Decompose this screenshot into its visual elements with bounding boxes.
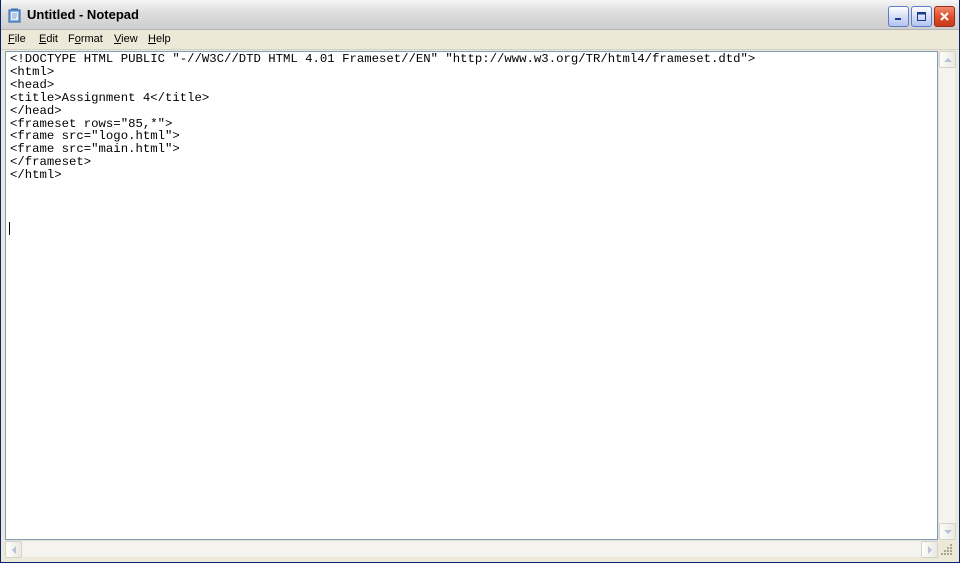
menu-format-pre: F [68, 33, 75, 45]
menu-view-label: iew [121, 33, 138, 45]
minimize-icon [895, 18, 901, 20]
maximize-button[interactable] [911, 6, 932, 27]
menu-help-accel: H [148, 33, 156, 45]
scroll-down-button[interactable] [939, 523, 956, 540]
menu-format-label: rmat [80, 33, 103, 45]
menu-format[interactable]: Format [67, 33, 104, 45]
scroll-up-button[interactable] [939, 51, 956, 68]
arrow-down-icon [943, 529, 952, 534]
menu-file-accel: F [8, 33, 15, 45]
arrow-left-icon [11, 545, 16, 554]
resize-grip[interactable] [938, 540, 955, 557]
notepad-window: Untitled - Notepad File Edit Format View… [0, 0, 960, 563]
window-title: Untitled - Notepad [27, 7, 139, 22]
menu-edit-label: dit [46, 33, 58, 45]
scroll-right-button[interactable] [921, 541, 938, 558]
close-icon [940, 12, 949, 21]
scroll-left-button[interactable] [5, 541, 22, 558]
vertical-scrollbar[interactable] [938, 51, 956, 540]
menu-file-label: ile [14, 33, 26, 45]
menu-file[interactable]: File [7, 33, 27, 45]
minimize-button[interactable] [888, 6, 909, 27]
text-editor-area[interactable]: <!DOCTYPE HTML PUBLIC "-//W3C//DTD HTML … [5, 51, 938, 540]
editor-text[interactable]: <!DOCTYPE HTML PUBLIC "-//W3C//DTD HTML … [10, 53, 755, 182]
arrow-right-icon [927, 545, 932, 554]
text-caret [9, 222, 10, 235]
horizontal-scrollbar[interactable] [5, 540, 938, 558]
arrow-up-icon [943, 57, 952, 62]
menu-edit[interactable]: Edit [38, 33, 59, 45]
title-bar[interactable]: Untitled - Notepad [1, 0, 959, 30]
menu-bar: File Edit Format View Help [1, 30, 959, 50]
maximize-icon [917, 12, 926, 21]
menu-help-label: elp [155, 33, 171, 45]
menu-view[interactable]: View [113, 33, 139, 45]
menu-help[interactable]: Help [147, 33, 172, 45]
close-button[interactable] [934, 6, 955, 27]
notepad-icon [8, 8, 21, 23]
resize-grip-icon [941, 544, 952, 555]
